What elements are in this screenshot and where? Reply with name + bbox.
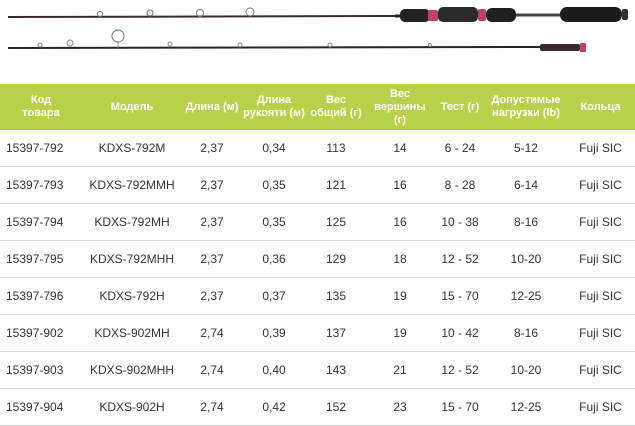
cell-code: 15397-794 bbox=[0, 203, 82, 241]
table-row: 15397-794 KDXS-792MH 2,37 0,35 125 16 10 - 38 8… bbox=[0, 203, 635, 241]
cell-guides: Fuji SIC bbox=[566, 203, 635, 241]
cell-handle-length: 0,34 bbox=[242, 130, 306, 167]
cell-guides: Fuji SIC bbox=[566, 351, 635, 389]
cell-length: 2,37 bbox=[182, 130, 242, 167]
cell-test: 15 - 70 bbox=[434, 277, 486, 315]
cell-handle-length: 0,39 bbox=[242, 314, 306, 352]
cell-tip-weight: 19 bbox=[366, 314, 434, 352]
cell-code: 15397-792 bbox=[0, 130, 82, 167]
cell-tip-weight: 18 bbox=[366, 240, 434, 278]
header-total-weight: Вес общий (г) bbox=[310, 94, 362, 119]
cell-test: 10 - 42 bbox=[434, 314, 486, 352]
cell-code: 15397-793 bbox=[0, 166, 82, 204]
header-guides: Кольца bbox=[580, 100, 621, 113]
cell-total-weight: 152 bbox=[306, 388, 366, 426]
table-row: 15397-903 KDXS-902MHH 2,74 0,40 143 21 12 - 52… bbox=[0, 351, 635, 389]
cell-tip-weight: 16 bbox=[366, 166, 434, 204]
cell-total-weight: 129 bbox=[306, 240, 366, 278]
cell-model: KDXS-902H bbox=[82, 388, 182, 426]
fishing-rod-icon bbox=[7, 7, 628, 52]
cell-test: 12 - 52 bbox=[434, 240, 486, 278]
header-model: Модель bbox=[110, 100, 154, 113]
cell-total-weight: 143 bbox=[306, 351, 366, 389]
cell-line-load: 6-14 bbox=[486, 166, 566, 204]
header-length: Длина (м) bbox=[185, 100, 239, 113]
cell-line-load: 8-16 bbox=[486, 203, 566, 241]
table-header-row: Код товара Модель Длина (м) Длина рукояти … bbox=[0, 84, 635, 130]
cell-test: 6 - 24 bbox=[434, 130, 486, 167]
cell-line-load: 5-12 bbox=[486, 130, 566, 167]
table-row: 15397-792 KDXS-792M 2,37 0,34 113 14 6 - 24 5-1… bbox=[0, 130, 635, 167]
cell-tip-weight: 16 bbox=[366, 203, 434, 241]
cell-total-weight: 113 bbox=[306, 130, 366, 167]
cell-model: KDXS-792MHH bbox=[82, 240, 182, 278]
cell-tip-weight: 19 bbox=[366, 277, 434, 315]
cell-guides: Fuji SIC bbox=[566, 277, 635, 315]
cell-test: 15 - 70 bbox=[434, 388, 486, 426]
cell-code: 15397-795 bbox=[0, 240, 82, 278]
cell-code: 15397-796 bbox=[0, 277, 82, 315]
cell-handle-length: 0,40 bbox=[242, 351, 306, 389]
cell-line-load: 12-25 bbox=[486, 388, 566, 426]
cell-handle-length: 0,36 bbox=[242, 240, 306, 278]
cell-tip-weight: 21 bbox=[366, 351, 434, 389]
cell-guides: Fuji SIC bbox=[566, 166, 635, 204]
cell-model: KDXS-902MHH bbox=[82, 351, 182, 389]
cell-model: KDXS-792H bbox=[82, 277, 182, 315]
cell-length: 2,74 bbox=[182, 314, 242, 352]
header-code: Код товара bbox=[22, 94, 60, 119]
cell-tip-weight: 14 bbox=[366, 130, 434, 167]
cell-handle-length: 0,35 bbox=[242, 203, 306, 241]
cell-test: 8 - 28 bbox=[434, 166, 486, 204]
cell-model: KDXS-792M bbox=[82, 130, 182, 167]
cell-guides: Fuji SIC bbox=[566, 388, 635, 426]
cell-test: 10 - 38 bbox=[434, 203, 486, 241]
table-row: 15397-902 KDXS-902MH 2,74 0,39 137 19 10 - 42 8… bbox=[0, 314, 635, 352]
table-row: 15397-904 KDXS-902H 2,74 0,42 152 23 15 - 70 12… bbox=[0, 388, 635, 426]
cell-tip-weight: 23 bbox=[366, 388, 434, 426]
cell-test: 12 - 52 bbox=[434, 351, 486, 389]
table-row: 15397-795 KDXS-792MHH 2,37 0,36 129 18 12 - 52… bbox=[0, 240, 635, 278]
cell-length: 2,37 bbox=[182, 166, 242, 204]
cell-line-load: 8-16 bbox=[486, 314, 566, 352]
cell-code: 15397-903 bbox=[0, 351, 82, 389]
cell-model: KDXS-792MH bbox=[82, 203, 182, 241]
cell-model: KDXS-902MH bbox=[82, 314, 182, 352]
cell-length: 2,37 bbox=[182, 203, 242, 241]
cell-handle-length: 0,35 bbox=[242, 166, 306, 204]
cell-line-load: 10-20 bbox=[486, 351, 566, 389]
header-test: Тест (г) bbox=[440, 100, 480, 113]
cell-length: 2,74 bbox=[182, 351, 242, 389]
table-row: 15397-793 KDXS-792MMH 2,37 0,35 121 16 8 - 28 6… bbox=[0, 166, 635, 204]
cell-guides: Fuji SIC bbox=[566, 240, 635, 278]
cell-guides: Fuji SIC bbox=[566, 130, 635, 167]
spec-table: Код товара Модель Длина (м) Длина рукояти … bbox=[0, 84, 635, 426]
cell-length: 2,37 bbox=[182, 277, 242, 315]
cell-handle-length: 0,37 bbox=[242, 277, 306, 315]
cell-code: 15397-902 bbox=[0, 314, 82, 352]
header-handle-length: Длина рукояти (м) bbox=[243, 94, 305, 119]
cell-handle-length: 0,42 bbox=[242, 388, 306, 426]
cell-total-weight: 125 bbox=[306, 203, 366, 241]
table-row: 15397-796 KDXS-792H 2,37 0,37 135 19 15 - 70 12… bbox=[0, 277, 635, 315]
cell-line-load: 10-20 bbox=[486, 240, 566, 278]
header-line-load: Допустимые нагрузки (lb) bbox=[491, 94, 561, 119]
cell-guides: Fuji SIC bbox=[566, 314, 635, 352]
cell-total-weight: 121 bbox=[306, 166, 366, 204]
header-tip-weight: Вес вершины (г) bbox=[374, 87, 426, 126]
cell-total-weight: 137 bbox=[306, 314, 366, 352]
cell-length: 2,37 bbox=[182, 240, 242, 278]
cell-code: 15397-904 bbox=[0, 388, 82, 426]
cell-model: KDXS-792MMH bbox=[82, 166, 182, 204]
cell-total-weight: 135 bbox=[306, 277, 366, 315]
cell-length: 2,74 bbox=[182, 388, 242, 426]
cell-line-load: 12-25 bbox=[486, 277, 566, 315]
